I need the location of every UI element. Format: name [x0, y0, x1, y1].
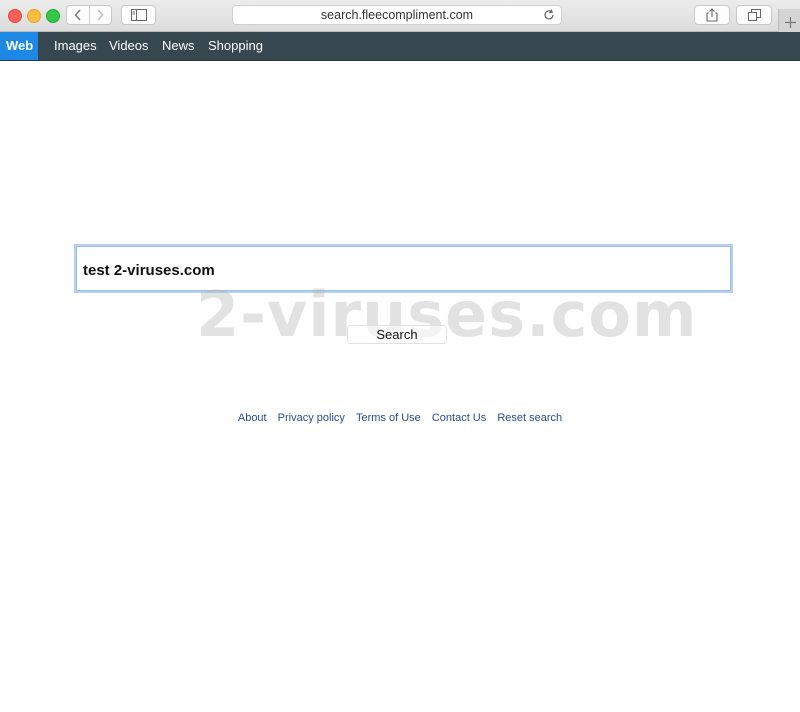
- url-text: search.fleecompliment.com: [320, 8, 474, 22]
- search-category-nav: Web Images Videos News Shopping: [0, 32, 800, 61]
- sidebar-icon: [130, 9, 147, 21]
- back-button[interactable]: [67, 6, 89, 24]
- address-bar[interactable]: search.fleecompliment.com: [232, 5, 562, 25]
- search-button[interactable]: Search: [347, 325, 447, 344]
- search-input[interactable]: [81, 254, 725, 286]
- chevron-left-icon: [74, 9, 81, 21]
- footer-link-reset-search[interactable]: Reset search: [497, 412, 562, 424]
- footer-link-privacy-policy[interactable]: Privacy policy: [278, 412, 345, 424]
- footer-link-about[interactable]: About: [238, 412, 267, 424]
- browser-toolbar: search.fleecompliment.com: [0, 0, 800, 35]
- forward-button[interactable]: [88, 6, 112, 24]
- footer-link-terms-of-use[interactable]: Terms of Use: [356, 412, 421, 424]
- sidebar-toggle-button[interactable]: [121, 5, 156, 25]
- plus-icon: [784, 16, 796, 28]
- search-box: [74, 244, 733, 293]
- footer-link-contact-us[interactable]: Contact Us: [432, 412, 486, 424]
- history-nav-group: [66, 5, 112, 25]
- nav-tab-videos[interactable]: Videos: [109, 32, 149, 60]
- footer-links: About Privacy policy Terms of Use Contac…: [0, 412, 800, 424]
- nav-tab-shopping[interactable]: Shopping: [208, 32, 263, 60]
- nav-tab-news[interactable]: News: [162, 32, 195, 60]
- tabs-overview-icon: [747, 9, 761, 21]
- close-window-button[interactable]: [8, 9, 22, 23]
- reload-icon[interactable]: [541, 7, 557, 23]
- zoom-window-button[interactable]: [46, 9, 60, 23]
- share-icon: [706, 8, 718, 22]
- share-button[interactable]: [694, 5, 730, 25]
- nav-tab-web[interactable]: Web: [0, 32, 38, 60]
- nav-tab-images[interactable]: Images: [54, 32, 97, 60]
- chevron-right-icon: [97, 9, 104, 21]
- minimize-window-button[interactable]: [27, 9, 41, 23]
- show-tabs-button[interactable]: [736, 5, 772, 25]
